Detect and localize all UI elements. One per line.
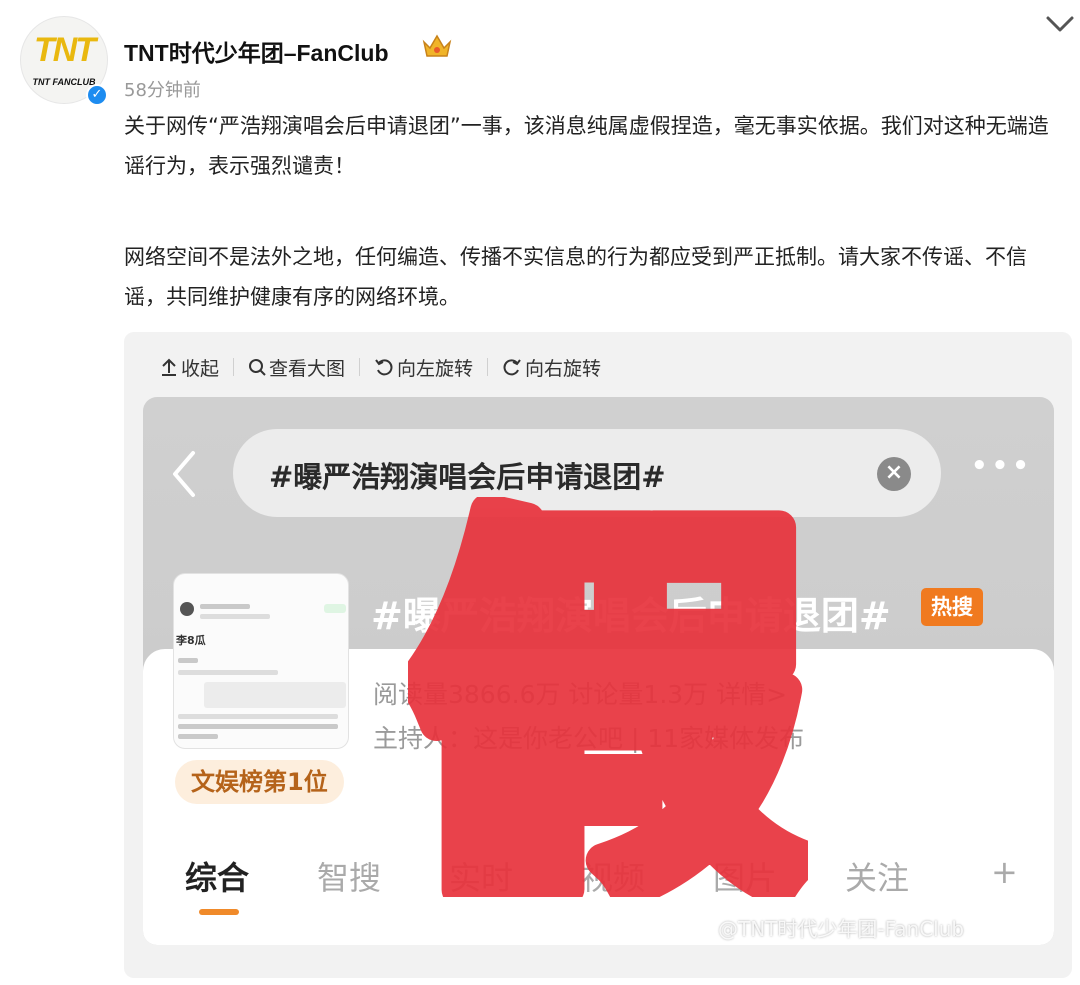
thumbnail-tag	[324, 604, 346, 613]
tab-images: 图片	[713, 859, 778, 897]
avatar-logo: TNT	[33, 31, 96, 69]
thumbnail-text: 李8瓜	[176, 634, 206, 647]
tab-realtime: 实时	[449, 859, 514, 897]
thumbnail-block	[204, 682, 346, 708]
post-paragraph-1: 关于网传“严浩翔演唱会后申请退团”一事，该消息纯属虚假捏造，毫无事实依据。我们对…	[124, 114, 1049, 178]
rotate-right-button[interactable]: 向右旋转	[502, 354, 601, 381]
topic-thumbnail: 李8瓜	[173, 573, 349, 749]
clear-icon: ×	[877, 457, 911, 491]
thumbnail-line	[178, 734, 218, 739]
hot-search-badge: 热搜	[921, 588, 983, 626]
tab-smart-search: 智搜	[317, 859, 382, 897]
add-tab-icon: +	[991, 853, 1018, 891]
active-tab-indicator	[199, 909, 239, 915]
topic-tabs: 综合 智搜 实时 视频 图片 关注	[185, 853, 977, 899]
thumbnail-line	[178, 714, 338, 719]
thumbnail-avatar	[180, 602, 194, 616]
rank-badge: 文娱榜第1位	[175, 760, 344, 804]
topic-title: #曝严浩翔演唱会后申请退团#	[371, 594, 891, 638]
more-icon: •••	[971, 451, 1033, 481]
rotate-left-icon	[375, 359, 393, 376]
view-large-button[interactable]: 查看大图	[248, 354, 345, 381]
search-bar: #曝严浩翔演唱会后申请退团# ×	[233, 429, 941, 517]
image-toolbar: 收起 查看大图 向左旋转 向右旋转	[160, 350, 601, 384]
crown-badge-icon	[422, 34, 452, 57]
toolbar-divider	[233, 358, 235, 376]
post-paragraph-2: 网络空间不是法外之地，任何编造、传播不实信息的行为都应受到严正抵制。请大家不传谣…	[124, 245, 1027, 309]
thumbnail-line	[178, 724, 338, 729]
tab-comprehensive: 综合	[185, 859, 250, 897]
toolbar-divider	[359, 358, 361, 376]
chevron-down-icon[interactable]	[1040, 10, 1080, 38]
rotate-right-label: 向右旋转	[525, 357, 602, 380]
thumbnail-line	[200, 604, 250, 609]
author-name[interactable]: TNT时代少年团–FanClub	[124, 34, 389, 68]
thumbnail-line	[178, 670, 278, 675]
collapse-icon	[162, 358, 176, 376]
search-icon	[249, 359, 266, 376]
view-large-label: 查看大图	[269, 357, 346, 380]
collapse-label: 收起	[181, 357, 220, 380]
thumbnail-line	[178, 658, 198, 663]
search-query: #曝严浩翔演唱会后申请退团#	[269, 460, 666, 494]
thumbnail-line	[200, 614, 270, 619]
topic-stats: 阅读量3866.6万 讨论量1.3万 详情>	[373, 680, 788, 709]
tab-video: 视频	[581, 859, 646, 897]
hot-badge-label: 热搜	[931, 595, 973, 619]
post-time[interactable]: 58分钟前	[124, 76, 201, 102]
topic-host: 主持人：这是你老公吧 | 11家媒体发布	[373, 724, 805, 753]
embedded-screenshot[interactable]: #曝严浩翔演唱会后申请退团# × ••• 李8瓜 #曝严浩翔演唱会后申请退团# …	[143, 397, 1054, 945]
rotate-left-label: 向左旋转	[397, 357, 474, 380]
back-arrow-icon	[173, 451, 195, 497]
rotate-right-icon	[503, 359, 521, 376]
verified-icon: ✓	[86, 84, 108, 106]
rotate-left-button[interactable]: 向左旋转	[374, 354, 473, 381]
toolbar-divider	[487, 358, 489, 376]
watermark: @TNT时代少年团-FanClub	[718, 917, 965, 941]
collapse-button[interactable]: 收起	[160, 354, 219, 381]
tab-following: 关注	[845, 859, 910, 897]
